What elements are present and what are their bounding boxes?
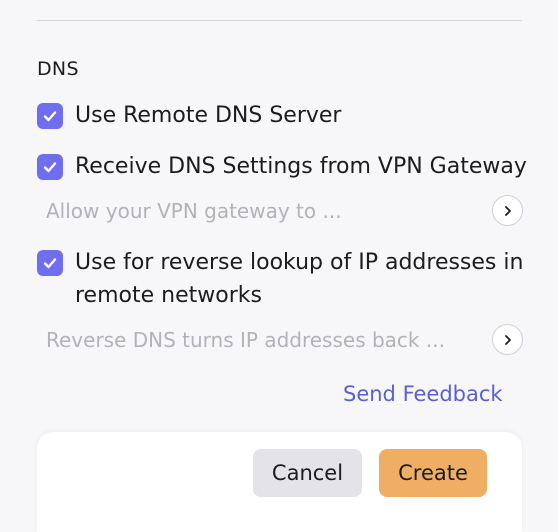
footer-panel: Cancel Create [37,432,522,532]
hint-text: Allow your VPN gateway to ... [46,198,342,223]
checkbox-checked-icon[interactable] [37,250,63,276]
option-receive-dns-settings[interactable]: Receive DNS Settings from VPN Gateway [37,154,527,183]
hint-text: Reverse DNS turns IP addresses back ... [46,327,445,352]
checkbox-checked-icon[interactable] [37,154,63,180]
option-label: Use Remote DNS Server [75,103,342,128]
chevron-right-icon[interactable] [492,324,523,355]
hint-row-reverse-dns[interactable]: Reverse DNS turns IP addresses back ... [46,324,523,355]
option-label-line2: remote networks [75,283,262,308]
option-label: Receive DNS Settings from VPN Gateway [75,154,527,179]
chevron-right-icon[interactable] [492,195,523,226]
option-use-remote-dns[interactable]: Use Remote DNS Server [37,103,341,132]
option-label-line1: Use for reverse lookup of IP addresses i… [75,250,524,275]
create-button[interactable]: Create [379,449,487,497]
send-feedback-link[interactable]: Send Feedback [343,382,503,406]
top-divider [37,20,522,21]
section-title: DNS [37,58,79,80]
option-reverse-lookup[interactable]: Use for reverse lookup of IP addresses i… [37,250,523,312]
option-label: Use for reverse lookup of IP addresses i… [75,246,523,312]
checkbox-checked-icon[interactable] [37,103,63,129]
hint-row-vpn-gateway[interactable]: Allow your VPN gateway to ... [46,195,523,226]
cancel-button[interactable]: Cancel [253,449,362,497]
